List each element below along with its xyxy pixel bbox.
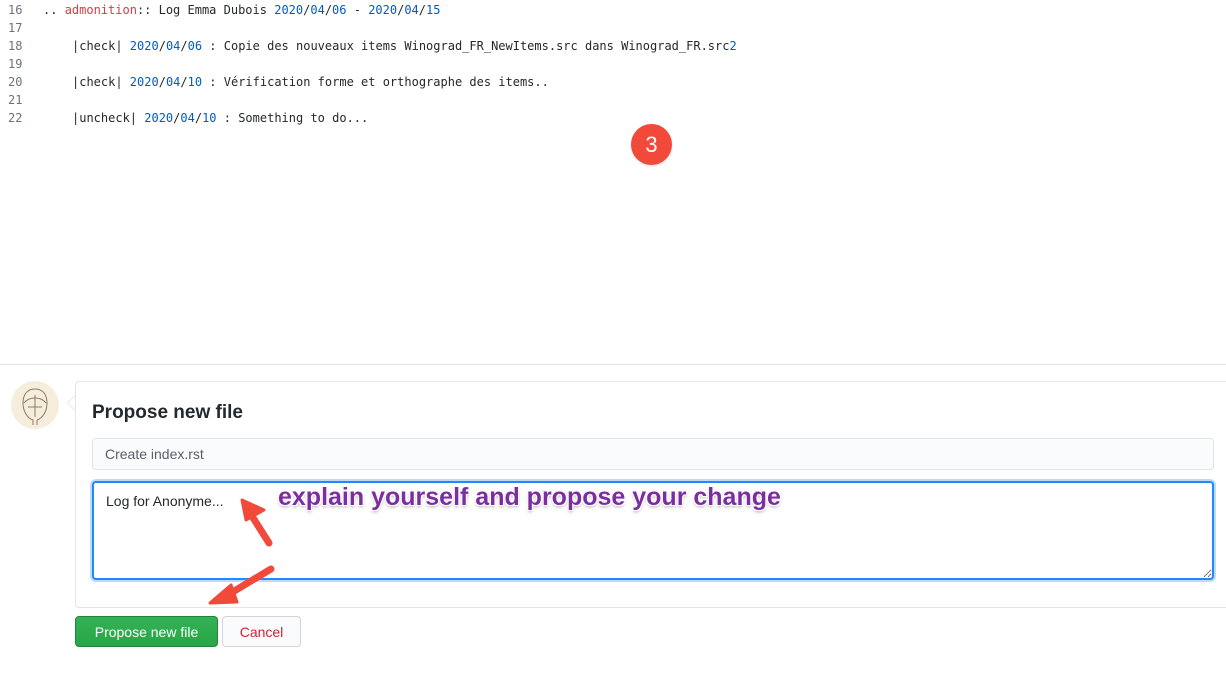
annotation-arrows [208,498,275,605]
arrow-to-submit-icon [208,565,275,605]
arrow-to-description-icon [240,498,273,547]
